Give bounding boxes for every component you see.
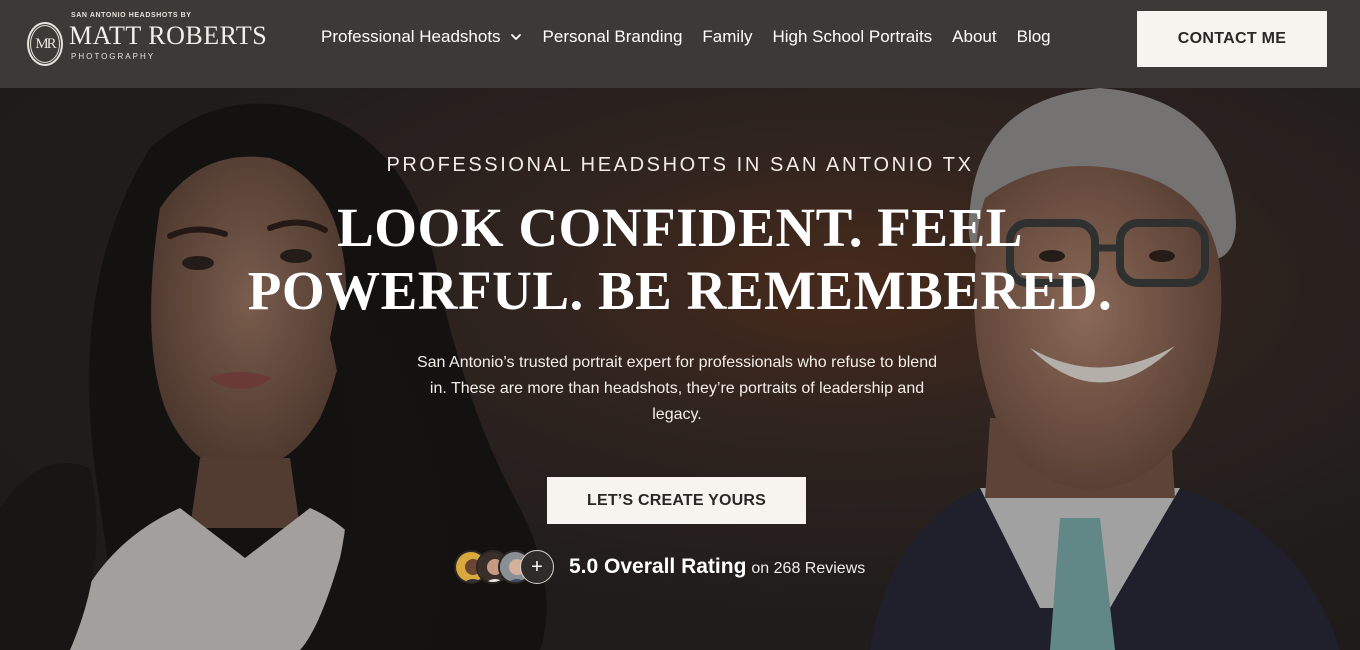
nav-item-personal-branding[interactable]: Personal Branding — [543, 27, 683, 47]
nav-item-high-school-portraits[interactable]: High School Portraits — [772, 27, 932, 47]
site-header: MR SAN ANTONIO HEADSHOTS BY MATT ROBERTS… — [0, 0, 1360, 88]
plus-icon: + — [520, 550, 554, 584]
contact-me-button[interactable]: CONTACT ME — [1137, 11, 1327, 67]
rating-score: 5.0 Overall Rating — [569, 555, 747, 578]
logo-subtitle: PHOTOGRAPHY — [71, 52, 156, 61]
logo-tagline: SAN ANTONIO HEADSHOTS BY — [71, 12, 192, 19]
nav-label: Professional Headshots — [321, 27, 501, 46]
monogram-logo-icon: MR — [27, 22, 63, 66]
site-logo[interactable]: MR SAN ANTONIO HEADSHOTS BY MATT ROBERTS… — [27, 12, 287, 76]
create-yours-button[interactable]: LET’S CREATE YOURS — [547, 477, 806, 524]
hero-section: PROFESSIONAL HEADSHOTS IN SAN ANTONIO TX… — [0, 88, 1360, 650]
hero-headline-line-1: LOOK CONFIDENT. FEEL — [337, 197, 1023, 258]
hero-eyebrow: PROFESSIONAL HEADSHOTS IN SAN ANTONIO TX — [386, 154, 974, 176]
hero-headline-line-2: POWERFUL. BE REMEMBERED. — [247, 260, 1113, 321]
nav-item-about[interactable]: About — [952, 27, 996, 47]
nav-item-professional-headshots[interactable]: Professional Headshots — [321, 27, 523, 47]
hero-headline: LOOK CONFIDENT. FEEL POWERFUL. BE REMEMB… — [0, 196, 1360, 322]
rating-review-count: on 268 Reviews — [751, 559, 866, 577]
chevron-down-icon — [510, 34, 521, 40]
hero-description: San Antonio’s trusted portrait expert fo… — [416, 354, 937, 423]
reviewer-avatars: + — [454, 550, 556, 584]
main-nav: Professional Headshots Personal Branding… — [321, 27, 1071, 47]
nav-item-blog[interactable]: Blog — [1017, 27, 1051, 47]
rating-summary: + 5.0 Overall Rating on 268 Reviews — [454, 550, 865, 584]
nav-item-family[interactable]: Family — [702, 27, 752, 47]
logo-name: MATT ROBERTS — [69, 21, 268, 50]
